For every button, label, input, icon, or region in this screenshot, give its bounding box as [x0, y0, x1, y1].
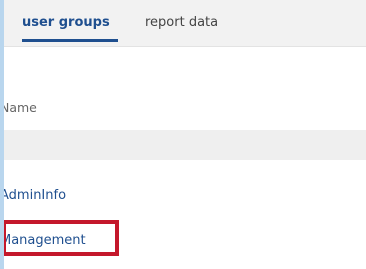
name-column-header[interactable]: Name [0, 100, 37, 116]
tab-report-data[interactable]: report data [145, 15, 218, 31]
window-frame-left [0, 0, 4, 269]
group-link-management[interactable]: Management [0, 233, 86, 249]
filter-row[interactable] [0, 130, 366, 160]
group-link-admininfo[interactable]: AdminInfo [0, 188, 66, 204]
tab-bar: user groups report data [0, 0, 366, 47]
active-tab-indicator [22, 39, 118, 42]
tab-user-groups[interactable]: user groups [22, 15, 110, 31]
